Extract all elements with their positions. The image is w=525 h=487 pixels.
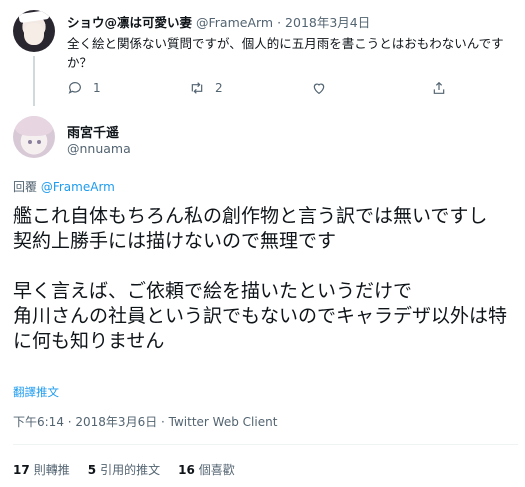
like-icon — [313, 83, 325, 95]
parent-tweet-text: 全く絵と関係ない質問ですが、個人的に五月雨を書こうとはおもわないんですか？ — [67, 36, 504, 70]
tweet-text: 艦これ自体もちろん私の創作物と言う訳では無いですし 契約上勝手には描けないので無… — [13, 204, 518, 354]
retweet-icon — [191, 82, 203, 94]
parent-handle[interactable]: @FrameArm — [196, 15, 273, 30]
retweet-button[interactable]: 2 — [189, 80, 223, 96]
retweets-value: 17 — [13, 463, 30, 477]
reply-count: 1 — [93, 81, 101, 95]
likes-label: 個喜歡 — [198, 463, 235, 477]
retweets-stat[interactable]: 17 則轉推 — [13, 461, 70, 478]
translate-tweet-link[interactable]: 翻譯推文 — [13, 384, 59, 400]
like-button[interactable] — [311, 80, 327, 96]
author-avatar[interactable] — [13, 116, 55, 158]
share-icon — [433, 81, 445, 94]
author-handle[interactable]: @nnuama — [67, 141, 131, 156]
tweet-line: 艦これ自体もちろん私の創作物と言う訳では無いですし — [13, 205, 488, 227]
reply-icon — [68, 82, 81, 94]
engagement-stats: 17 則轉推 5 引用的推文 16 個喜歡 — [13, 461, 235, 478]
tweet-line: 早く言えば、ご依頼で絵を描いたというだけで — [13, 280, 413, 302]
parent-date[interactable]: 2018年3月4日 — [285, 15, 370, 30]
parent-tweet[interactable]: ショウ@凛は可愛い妻 @FrameArm · 2018年3月4日 全く絵と関係な… — [0, 0, 525, 111]
parent-avatar[interactable] — [13, 10, 55, 52]
likes-stat[interactable]: 16 個喜歡 — [178, 461, 235, 478]
parent-display-name[interactable]: ショウ@凛は可愛い妻 — [67, 15, 192, 30]
retweet-count: 2 — [215, 81, 223, 95]
quotes-label: 引用的推文 — [100, 463, 161, 477]
reply-to-link[interactable]: @FrameArm — [41, 180, 115, 194]
share-button[interactable] — [431, 80, 447, 96]
retweets-label: 則轉推 — [33, 463, 70, 477]
quotes-stat[interactable]: 5 引用的推文 — [88, 461, 160, 478]
thread-line — [33, 56, 35, 106]
author-display-name[interactable]: 雨宮千遥 — [67, 122, 119, 141]
parent-action-bar: 1 2 — [67, 80, 467, 98]
parent-header: ショウ@凛は可愛い妻 @FrameArm · 2018年3月4日 — [67, 12, 370, 31]
reply-button[interactable]: 1 — [67, 80, 101, 96]
divider — [13, 444, 518, 445]
tweet-line: 角川さんの社員という訳でもないのでキャラデザ以外は特に何も知りません — [13, 305, 508, 352]
tweet-timestamp[interactable]: 下午6:14 · 2018年3月6日 · Twitter Web Client — [13, 413, 277, 430]
reply-prefix: 回覆 — [13, 180, 38, 194]
likes-value: 16 — [178, 463, 195, 477]
replying-to: 回覆 @FrameArm — [13, 178, 115, 195]
quotes-value: 5 — [87, 463, 97, 477]
tweet-line: 契約上勝手には描けないので無理です — [13, 230, 337, 252]
separator-dot: · — [277, 15, 282, 30]
